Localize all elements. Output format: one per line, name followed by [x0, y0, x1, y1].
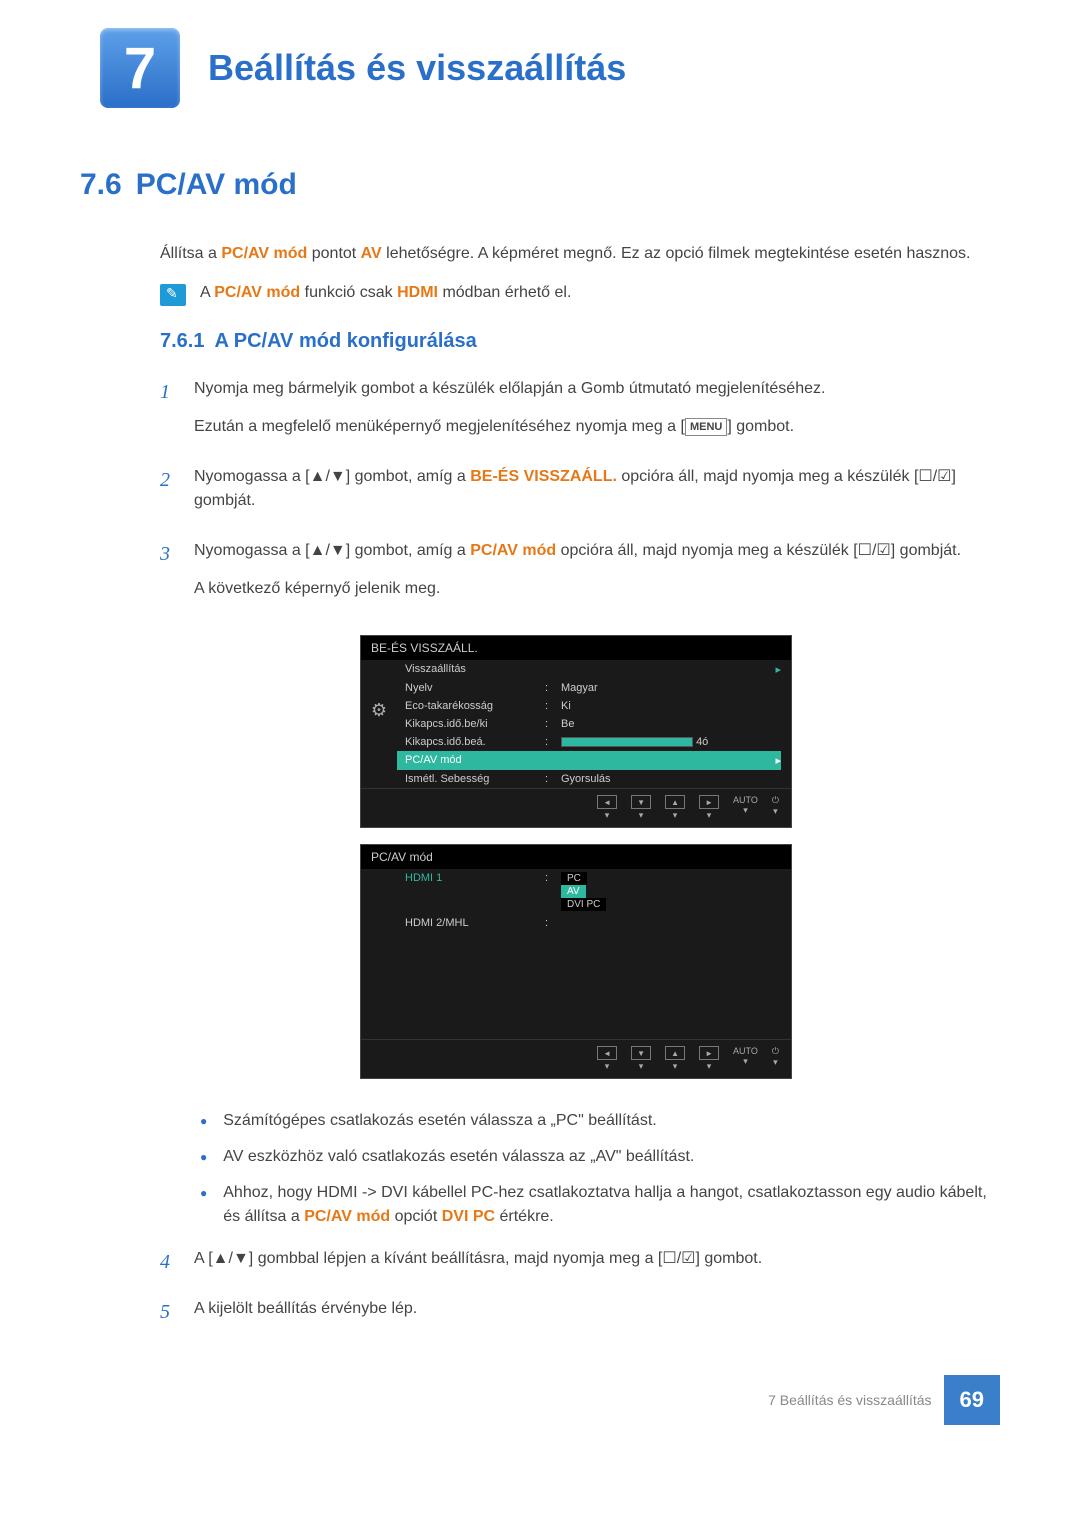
step-number: 3 [160, 539, 194, 615]
section-heading: 7.6 PC/AV mód [80, 168, 1000, 202]
osd-footer: ◄▾ ▼▾ ▲▾ ►▾ AUTO▾ ⏻▾ [361, 788, 791, 827]
osd-nav-up: ▲▾ [665, 795, 685, 821]
step-text: A kijelölt beállítás érvénybe lép. [194, 1297, 1000, 1321]
step-text: Nyomogassa a [▲/▼] gombot, amíg a BE-ÉS … [194, 465, 1000, 513]
osd-row: HDMI 2/MHL: [397, 914, 781, 932]
bullet-item: ●Számítógépes csatlakozás esetén válassz… [200, 1109, 1000, 1133]
footer-text: 7 Beállítás és visszaállítás [768, 1392, 931, 1408]
osd-row: Kikapcs.idő.be/ki:Be [397, 715, 781, 733]
step-text: Nyomja meg bármelyik gombot a készülék e… [194, 377, 1000, 401]
subsection-title: A PC/AV mód konfigurálása [214, 330, 476, 352]
step-text: A [▲/▼] gombbal lépjen a kívánt beállítá… [194, 1247, 1000, 1271]
osd-row: Ismétl. Sebesség:Gyorsulás [397, 770, 781, 788]
osd-nav-up: ▲▾ [665, 1046, 685, 1072]
osd-auto: AUTO▾ [733, 1046, 758, 1072]
bullet-list: ●Számítógépes csatlakozás esetén válassz… [200, 1109, 1000, 1229]
step-number: 5 [160, 1297, 194, 1335]
subsection-heading: 7.6.1 A PC/AV mód konfigurálása [160, 330, 1000, 353]
bullet-item: ● Ahhoz, hogy HDMI -> DVI kábellel PC-he… [200, 1181, 1000, 1229]
gear-icon: ⚙ [371, 700, 387, 721]
step-2: 2 Nyomogassa a [▲/▼] gombot, amíg a BE-É… [160, 465, 1000, 527]
osd-row-highlighted: PC/AV mód▸ [397, 751, 781, 770]
menu-key: MENU [685, 418, 727, 437]
step-text: Ezután a megfelelő menüképernyő megjelen… [194, 415, 1000, 439]
chevron-right-icon: ▸ [775, 754, 781, 767]
osd-title: PC/AV mód [361, 845, 791, 869]
osd-option: DVI PC [561, 898, 606, 911]
step-1: 1 Nyomja meg bármelyik gombot a készülék… [160, 377, 1000, 453]
chevron-right-icon: ▸ [775, 663, 781, 676]
power-icon: ⏻▾ [772, 1046, 779, 1072]
note-row: A PC/AV mód funkció csak HDMI módban érh… [160, 284, 1000, 306]
chapter-number-badge: 7 [100, 28, 180, 108]
step-number: 4 [160, 1247, 194, 1285]
step-4: 4 A [▲/▼] gombbal lépjen a kívánt beállí… [160, 1247, 1000, 1285]
intro-paragraph: Állítsa a PC/AV mód pontot AV lehetőségr… [160, 242, 1000, 266]
osd-title: BE-ÉS VISSZAÁLL. [361, 636, 791, 660]
note-icon [160, 284, 186, 306]
osd-nav-left: ◄▾ [597, 1046, 617, 1072]
note-text: A PC/AV mód funkció csak HDMI módban érh… [200, 284, 571, 306]
section-title: PC/AV mód [136, 168, 297, 201]
section-number: 7.6 [80, 168, 122, 201]
osd-nav-down: ▼▾ [631, 1046, 651, 1072]
bullet-item: ●AV eszközhöz való csatlakozás esetén vá… [200, 1145, 1000, 1169]
osd-menu-1: BE-ÉS VISSZAÁLL. ⚙ Visszaállítás▸ Nyelv:… [360, 635, 792, 828]
step-5: 5 A kijelölt beállítás érvénybe lép. [160, 1297, 1000, 1335]
step-number: 2 [160, 465, 194, 527]
osd-nav-down: ▼▾ [631, 795, 651, 821]
chapter-title: Beállítás és visszaállítás [208, 47, 626, 89]
osd-row: Visszaállítás▸ [397, 660, 781, 679]
osd-footer: ◄▾ ▼▾ ▲▾ ►▾ AUTO▾ ⏻▾ [361, 1039, 791, 1078]
footer-page-number: 69 [944, 1375, 1000, 1425]
osd-row: HDMI 1: PC AV DVI PC [397, 869, 781, 914]
osd-option-selected: AV [561, 885, 586, 898]
osd-menu-2: PC/AV mód HDMI 1: PC AV DVI PC HDMI 2/MH… [360, 844, 792, 1079]
subsection-number: 7.6.1 [160, 330, 204, 352]
osd-row: Kikapcs.idő.beá.: 4ó [397, 733, 781, 751]
step-3: 3 Nyomogassa a [▲/▼] gombot, amíg a PC/A… [160, 539, 1000, 615]
osd-row: Nyelv:Magyar [397, 679, 781, 697]
step-text: Nyomogassa a [▲/▼] gombot, amíg a PC/AV … [194, 539, 1000, 563]
osd-nav-right: ►▾ [699, 795, 719, 821]
osd-row: Eco-takarékosság:Ki [397, 697, 781, 715]
osd-nav-left: ◄▾ [597, 795, 617, 821]
osd-screenshots: BE-ÉS VISSZAÁLL. ⚙ Visszaállítás▸ Nyelv:… [360, 635, 1000, 1079]
page-footer: 7 Beállítás és visszaállítás 69 [80, 1375, 1000, 1425]
power-icon: ⏻▾ [772, 795, 779, 821]
osd-auto: AUTO▾ [733, 795, 758, 821]
page-header: 7 Beállítás és visszaállítás [80, 28, 1000, 108]
step-number: 1 [160, 377, 194, 453]
step-text: A következő képernyő jelenik meg. [194, 577, 1000, 601]
osd-nav-right: ►▾ [699, 1046, 719, 1072]
osd-option: PC [561, 872, 587, 885]
